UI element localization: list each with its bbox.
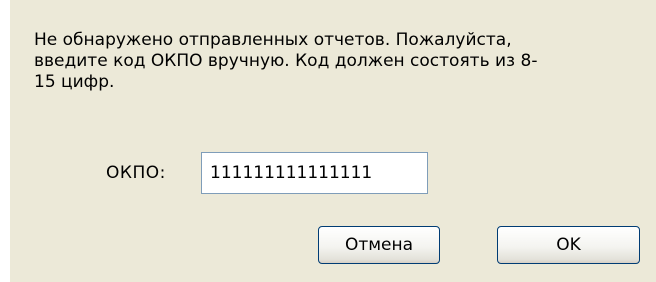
okpo-label: ОКПО:	[106, 163, 166, 183]
dialog-message: Не обнаружено отправленных отчетов. Пожа…	[34, 30, 614, 93]
okpo-input[interactable]	[201, 152, 428, 194]
okpo-dialog: Не обнаружено отправленных отчетов. Пожа…	[10, 0, 656, 282]
cancel-button[interactable]: Отмена	[318, 226, 440, 264]
message-line-3: 15 цифр.	[34, 72, 115, 92]
ok-button[interactable]: OK	[497, 226, 640, 264]
message-line-2: введите код ОКПО вручную. Код должен сос…	[34, 51, 538, 71]
message-line-1: Не обнаружено отправленных отчетов. Пожа…	[34, 30, 512, 50]
